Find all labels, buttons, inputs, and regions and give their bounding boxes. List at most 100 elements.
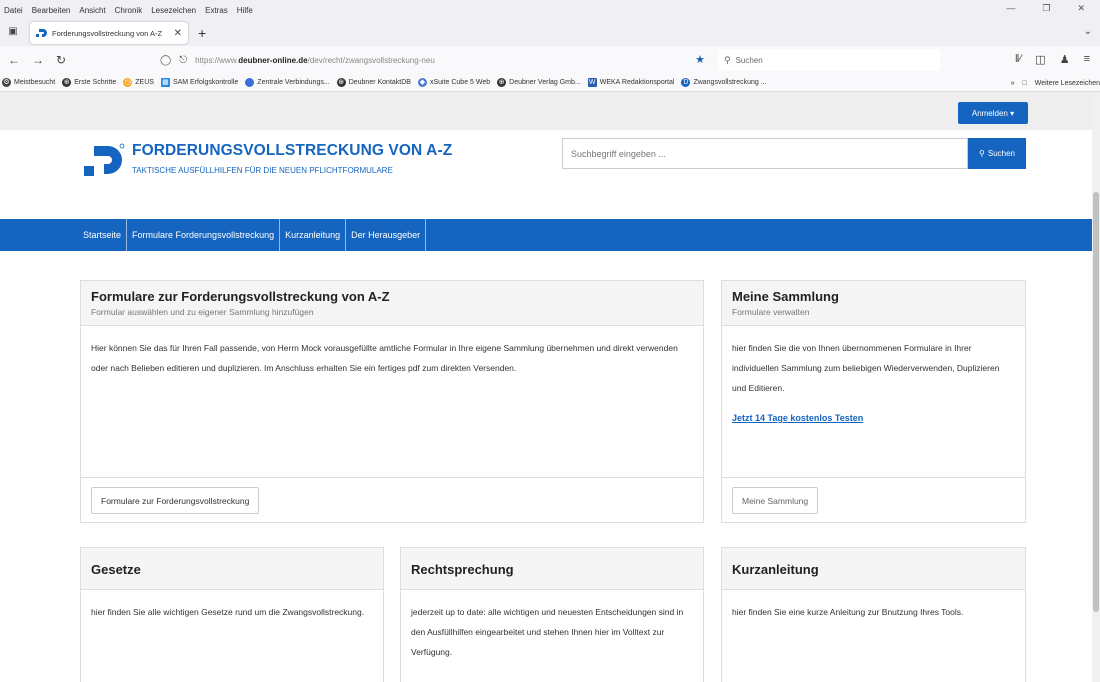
panel-footer: Formulare zur Forderungsvollstreckung — [81, 477, 703, 522]
tab-title: Forderungsvollstreckung von A-Z — [52, 28, 163, 38]
folder-icon: □ — [1022, 79, 1027, 87]
menu-datei[interactable]: Datei — [4, 6, 23, 15]
account-icon[interactable]: ♟ — [1060, 53, 1070, 66]
search-icon: ⚲ — [724, 54, 731, 65]
bookmark-item[interactable]: ◆ xSuite Cube 5 Web — [417, 78, 491, 87]
panel-body: hier finden Sie alle wichtigen Gesetze r… — [91, 607, 365, 617]
trial-link[interactable]: Jetzt 14 Tage kostenlos Testen — [732, 413, 863, 423]
panel-title: Rechtsprechung — [411, 562, 514, 577]
brand-title: FORDERUNGSVOLLSTRECKUNG VON A-Z — [132, 142, 453, 159]
panel-title: Formulare zur Forderungsvollstreckung vo… — [91, 289, 390, 304]
panel-header: Rechtsprechung — [401, 548, 703, 590]
reload-icon[interactable]: ↻ — [56, 53, 66, 67]
site-search-button[interactable]: ⚲ Suchen — [968, 138, 1026, 169]
bookmark-item[interactable]: Zentrale Verbindungs... — [245, 78, 330, 87]
deubner-favicon-icon — [36, 29, 47, 37]
hamburger-menu-icon[interactable]: ≡ — [1084, 53, 1090, 66]
toolbar-icons: ‖⁄ ◫ ♟ ≡ — [1015, 53, 1090, 66]
menu-lesezeichen[interactable]: Lesezeichen — [151, 6, 196, 15]
cube-icon: ◆ — [417, 78, 427, 87]
url-bar[interactable]: ◯ ⎋ https://www. deubner-online.de/dev/re… — [160, 49, 705, 71]
close-window-icon[interactable]: ✕ — [1077, 3, 1085, 14]
panel-text: hier finden Sie die von Ihnen übernommen… — [732, 343, 1000, 393]
chevron-down-icon[interactable]: ⌄ — [1084, 26, 1092, 37]
formulare-button[interactable]: Formulare zur Forderungsvollstreckung — [91, 487, 260, 514]
more-bookmarks-label[interactable]: Weitere Lesezeichen — [1035, 80, 1100, 87]
bookmark-item[interactable]: ⊕ Deubner KontaktDB — [336, 78, 411, 87]
search-icon: ⚲ — [979, 149, 985, 158]
panel-header: Meine Sammlung Formulare verwalten — [722, 281, 1025, 326]
tab-list-icon[interactable]: ▣ — [6, 26, 20, 40]
new-tab-icon[interactable]: + — [198, 25, 206, 41]
bookmark-label: Zwangsvollstreckung ... — [693, 79, 767, 86]
menu-ansicht[interactable]: Ansicht — [79, 6, 105, 15]
chevron-right-icon[interactable]: » — [1011, 80, 1015, 87]
site-search-placeholder: Suchbegriff eingeben ... — [571, 148, 666, 159]
minimize-icon[interactable]: — — [1006, 3, 1015, 14]
site-header: FORDERUNGSVOLLSTRECKUNG VON A-Z TAKTISCH… — [0, 130, 1100, 220]
window-controls: — ❐ ✕ — [1006, 3, 1094, 14]
sammlung-panel: Meine Sammlung Formulare verwalten hier … — [721, 280, 1026, 523]
url-domain: deubner-online.de — [238, 55, 308, 65]
bookmark-label: Meistbesucht — [14, 79, 56, 86]
nav-startseite[interactable]: Startseite — [78, 219, 128, 251]
formulare-panel: Formulare zur Forderungsvollstreckung vo… — [80, 280, 704, 523]
bookmark-item[interactable]: ▦ SAM Erfolgskontrolle — [160, 78, 239, 87]
sammlung-button[interactable]: Meine Sammlung — [732, 487, 819, 514]
panel-title: Gesetze — [91, 562, 141, 577]
library-icon[interactable]: ‖⁄ — [1015, 53, 1021, 66]
close-tab-icon[interactable]: ✕ — [174, 28, 182, 39]
bookmark-label: SAM Erfolgskontrolle — [172, 79, 239, 86]
lock-icon[interactable]: ⎋ — [179, 55, 187, 66]
panel-body: hier finden Sie eine kurze Anleitung zur… — [732, 607, 964, 617]
bookmark-item[interactable]: ◷ ZEUS — [123, 78, 154, 87]
nav-herausgeber[interactable]: Der Herausgeber — [346, 219, 427, 251]
panel-body: jederzeit up to date: alle wichtigen und… — [411, 607, 684, 657]
page-scrollbar[interactable] — [1092, 92, 1100, 682]
login-label: Anmelden — [971, 108, 1008, 118]
bookmark-label: ZEUS — [135, 79, 154, 86]
panel-header: Gesetze — [81, 548, 383, 590]
menu-hilfe[interactable]: Hilfe — [237, 6, 253, 15]
bookmark-label: Deubner Verlag Gmb... — [509, 79, 581, 86]
brand-subtitle: TAKTISCHE AUSFÜLLHILFEN FÜR DIE NEUEN PF… — [132, 166, 393, 175]
bookmark-label: Erste Schritte — [74, 79, 117, 86]
bookmark-label: WEKA Redaktionsportal — [599, 79, 675, 86]
back-icon[interactable]: ← — [8, 53, 20, 67]
tab-bar: ▣ Forderungsvollstreckung von A-Z ✕ + ⌄ — [0, 20, 1100, 46]
clock-icon: ◷ — [123, 78, 133, 87]
login-button[interactable]: Anmelden ▾ — [958, 102, 1028, 124]
nav-kurzanleitung[interactable]: Kurzanleitung — [280, 219, 347, 251]
deubner-logo[interactable] — [82, 142, 126, 182]
bookmark-label: Deubner KontaktDB — [348, 79, 411, 86]
menu-bearbeiten[interactable]: Bearbeiten — [32, 6, 71, 15]
scrollbar-thumb[interactable] — [1093, 192, 1099, 612]
browser-search-field[interactable]: ⚲ Suchen — [718, 49, 940, 71]
nav-formulare[interactable]: Formulare Forderungsvollstreckung — [127, 219, 281, 251]
menu-extras[interactable]: Extras — [205, 6, 228, 15]
main-navigation: Startseite Formulare Forderungsvollstrec… — [0, 219, 1100, 251]
bookmark-item[interactable]: ⊕ Erste Schritte — [62, 78, 116, 87]
site-search-input[interactable]: Suchbegriff eingeben ... — [562, 138, 968, 169]
restore-icon[interactable]: ❐ — [1042, 3, 1050, 14]
kurzanleitung-panel: Kurzanleitung hier finden Sie eine kurze… — [721, 547, 1026, 682]
bookmark-star-icon[interactable]: ★ — [695, 53, 705, 66]
browser-search-placeholder: Suchen — [735, 55, 763, 65]
rechtsprechung-panel: Rechtsprechung jederzeit up to date: all… — [400, 547, 704, 682]
panel-subtitle: Formular auswählen und zu eigener Sammlu… — [91, 307, 314, 317]
bookmarks-toolbar: ⚙ Meistbesucht ⊕ Erste Schritte ◷ ZEUS ▦ SAM… — [0, 74, 1100, 92]
bookmark-item[interactable]: ⚙ Meistbesucht — [2, 78, 55, 87]
active-tab[interactable]: Forderungsvollstreckung von A-Z ✕ — [30, 22, 188, 44]
site-search-button-label: Suchen — [987, 149, 1015, 158]
bookmark-label: xSuite Cube 5 Web — [429, 79, 491, 86]
sidebar-icon[interactable]: ◫ — [1035, 53, 1045, 66]
bookmark-item[interactable]: D Zwangsvollstreckung ... — [681, 78, 767, 87]
gear-icon: ⚙ — [2, 78, 11, 87]
top-strip: Anmelden ▾ — [0, 92, 1100, 130]
bookmark-item[interactable]: ⊕ Deubner Verlag Gmb... — [497, 78, 581, 87]
bookmark-item[interactable]: W WEKA Redaktionsportal — [587, 78, 675, 87]
forward-icon[interactable]: → — [32, 53, 44, 67]
shield-icon[interactable]: ◯ — [160, 55, 171, 66]
panel-header: Formulare zur Forderungsvollstreckung vo… — [81, 281, 703, 326]
menu-chronik[interactable]: Chronik — [115, 6, 143, 15]
